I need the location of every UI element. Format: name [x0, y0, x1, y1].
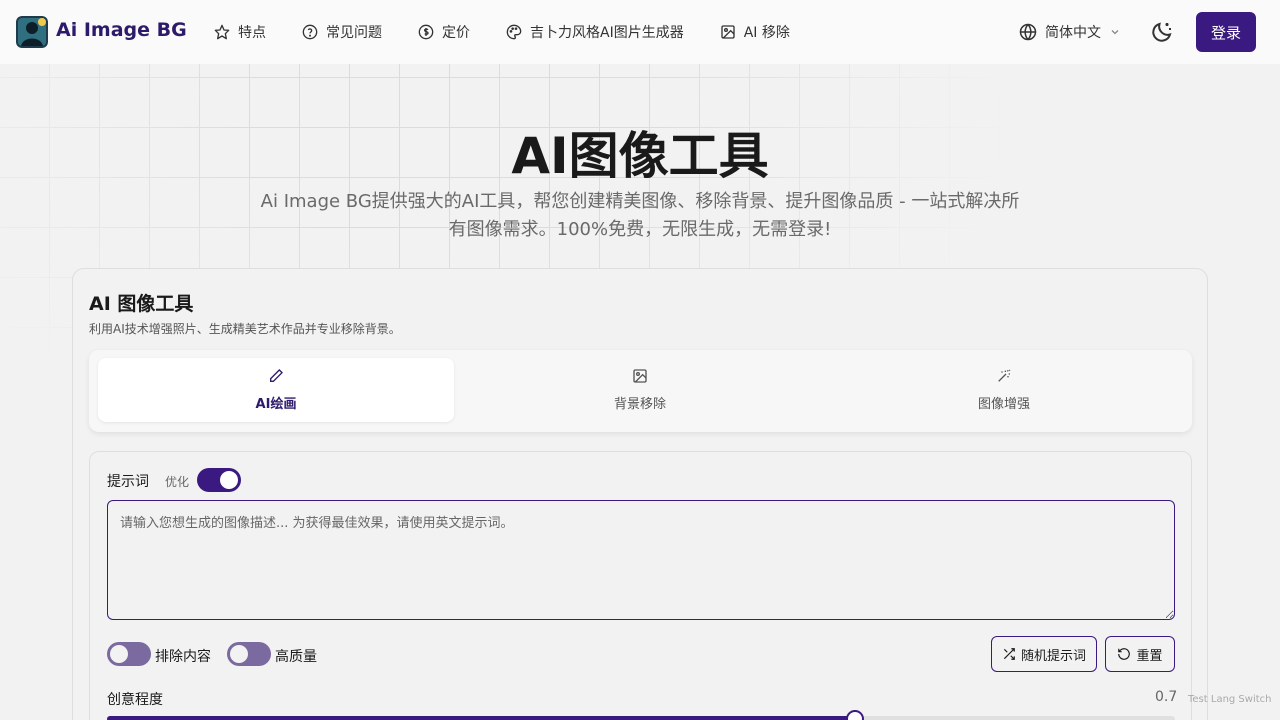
- tab-background-removal-label: 背景移除: [613, 397, 666, 412]
- toggle-knob: [110, 645, 128, 663]
- exclude-label: 排除内容: [155, 649, 211, 665]
- nav-ghibli[interactable]: 吉卜力风格AI图片生成器: [506, 0, 684, 64]
- nav-faq[interactable]: 常见问题: [302, 0, 382, 64]
- creativity-value: 0.7: [1155, 689, 1178, 705]
- nav-ai-remove-label: AI 移除: [743, 25, 790, 41]
- slider-fill: [107, 716, 855, 720]
- prompt-input[interactable]: [107, 500, 1175, 620]
- card-description: 利用AI技术增强照片、生成精美艺术作品并专业移除背景。: [89, 322, 401, 336]
- nav-pricing[interactable]: 定价: [418, 0, 470, 64]
- chevron-down-icon: [1111, 30, 1119, 35]
- nav-faq-label: 常见问题: [326, 25, 382, 41]
- nav-features-label: 特点: [238, 25, 266, 41]
- tab-image-enhance[interactable]: 图像增强: [826, 358, 1182, 422]
- moon-icon: [1152, 22, 1172, 42]
- shuffle-icon: [1003, 648, 1015, 660]
- language-label: 简体中文: [1045, 25, 1101, 41]
- reset-button[interactable]: 重置: [1105, 636, 1175, 672]
- pencil-icon: [270, 369, 283, 382]
- slider-thumb[interactable]: [845, 710, 864, 720]
- random-prompt-button[interactable]: 随机提示词: [991, 636, 1097, 672]
- main-nav: 特点 常见问题 定价 吉卜力风格AI图片生成器 AI 移除: [214, 0, 826, 64]
- top-navbar: Ai Image BG 特点 常见问题 定价 吉卜力风格AI图片生成器 AI 移…: [0, 0, 1280, 64]
- tab-ai-painting[interactable]: AI绘画: [98, 358, 454, 422]
- nav-ghibli-label: 吉卜力风格AI图片生成器: [530, 25, 684, 41]
- login-button[interactable]: 登录: [1196, 12, 1256, 52]
- optimize-label: 优化: [165, 475, 190, 489]
- ai-painting-panel: 提示词 优化 排除内容 高质量 随机提示词 重置 创意程度 0.7: [89, 451, 1192, 720]
- language-select[interactable]: 简体中文: [1019, 0, 1129, 64]
- help-circle-icon: [302, 24, 318, 40]
- toggle-knob: [220, 471, 238, 489]
- nav-pricing-label: 定价: [442, 25, 470, 41]
- random-prompt-label: 随机提示词: [1020, 648, 1086, 664]
- logo-icon[interactable]: [16, 16, 48, 48]
- page-title: AI图像工具: [511, 127, 769, 185]
- theme-toggle[interactable]: [1150, 20, 1174, 44]
- card-title: AI 图像工具: [89, 293, 194, 315]
- tab-ai-painting-label: AI绘画: [255, 397, 297, 412]
- rotate-ccw-icon: [1118, 648, 1131, 660]
- tab-background-removal[interactable]: 背景移除: [462, 358, 818, 422]
- dollar-circle-icon: [418, 24, 434, 40]
- quality-label: 高质量: [275, 649, 317, 665]
- page-subtitle: Ai Image BG提供强大的AI工具，帮您创建精美图像、移除背景、提升图像品…: [260, 191, 1020, 240]
- image-icon: [633, 369, 647, 383]
- reset-label: 重置: [1136, 648, 1163, 664]
- nav-ai-remove[interactable]: AI 移除: [720, 0, 790, 64]
- exclude-toggle[interactable]: [107, 642, 151, 666]
- image-edit-icon: [721, 25, 735, 39]
- toggle-knob: [230, 645, 248, 663]
- creativity-slider[interactable]: [107, 710, 1175, 720]
- tool-tabs: AI绘画 背景移除 图像增强: [89, 350, 1192, 432]
- tool-card: AI 图像工具 利用AI技术增强照片、生成精美艺术作品并专业移除背景。 AI绘画…: [72, 268, 1208, 720]
- optimize-toggle[interactable]: [197, 468, 241, 492]
- star-icon: [214, 24, 230, 40]
- tab-image-enhance-label: 图像增强: [977, 397, 1030, 412]
- prompt-label: 提示词: [107, 474, 149, 490]
- brand-name[interactable]: Ai Image BG: [56, 19, 187, 41]
- palette-icon: [506, 24, 522, 40]
- magic-wand-icon: [998, 369, 1011, 382]
- nav-features[interactable]: 特点: [214, 0, 266, 64]
- test-lang-switch[interactable]: Test Lang Switch: [1188, 694, 1272, 705]
- creativity-label: 创意程度: [107, 692, 163, 708]
- globe-icon: [1019, 23, 1037, 41]
- quality-toggle[interactable]: [227, 642, 271, 666]
